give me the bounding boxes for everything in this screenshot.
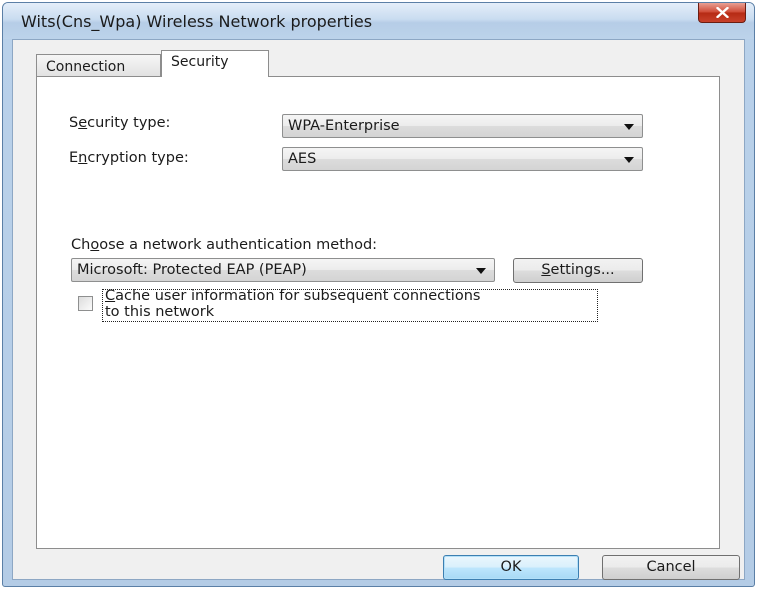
close-button[interactable] — [698, 3, 746, 23]
encryption-type-dropdown[interactable]: AES — [282, 147, 643, 171]
tab-connection[interactable]: Connection — [36, 54, 161, 76]
title-bar[interactable]: Wits(Cns_Wpa) Wireless Network propertie… — [3, 3, 754, 39]
dialog-client-area: Connection Security Security type: WPA-E… — [12, 39, 745, 580]
cache-user-info-label[interactable]: Cache user information for subsequent co… — [102, 288, 598, 322]
tab-connection-label: Connection — [46, 59, 126, 75]
auth-method-dropdown[interactable]: Microsoft: Protected EAP (PEAP) — [71, 258, 495, 282]
cancel-button[interactable]: Cancel — [602, 555, 740, 580]
chevron-down-icon — [476, 268, 486, 274]
ok-button[interactable]: OK — [443, 555, 579, 580]
tab-security-label: Security — [171, 54, 229, 70]
security-type-value: WPA-Enterprise — [288, 118, 400, 134]
properties-window: Wits(Cns_Wpa) Wireless Network propertie… — [2, 2, 755, 587]
tab-security[interactable]: Security — [161, 50, 269, 77]
security-tab-panel: Security type: WPA-Enterprise Encryption… — [36, 76, 720, 549]
encryption-type-label: Encryption type: — [69, 150, 189, 166]
cache-user-info-checkbox[interactable] — [78, 296, 93, 311]
close-icon — [716, 7, 729, 18]
settings-button[interactable]: Settings... — [513, 258, 643, 283]
window-title: Wits(Cns_Wpa) Wireless Network propertie… — [21, 12, 373, 31]
encryption-type-value: AES — [288, 151, 317, 167]
chevron-down-icon — [624, 124, 634, 130]
auth-method-value: Microsoft: Protected EAP (PEAP) — [77, 262, 307, 278]
chevron-down-icon — [624, 157, 634, 163]
auth-method-label: Choose a network authentication method: — [71, 237, 378, 253]
security-type-label: Security type: — [69, 115, 171, 131]
security-type-dropdown[interactable]: WPA-Enterprise — [282, 114, 643, 138]
